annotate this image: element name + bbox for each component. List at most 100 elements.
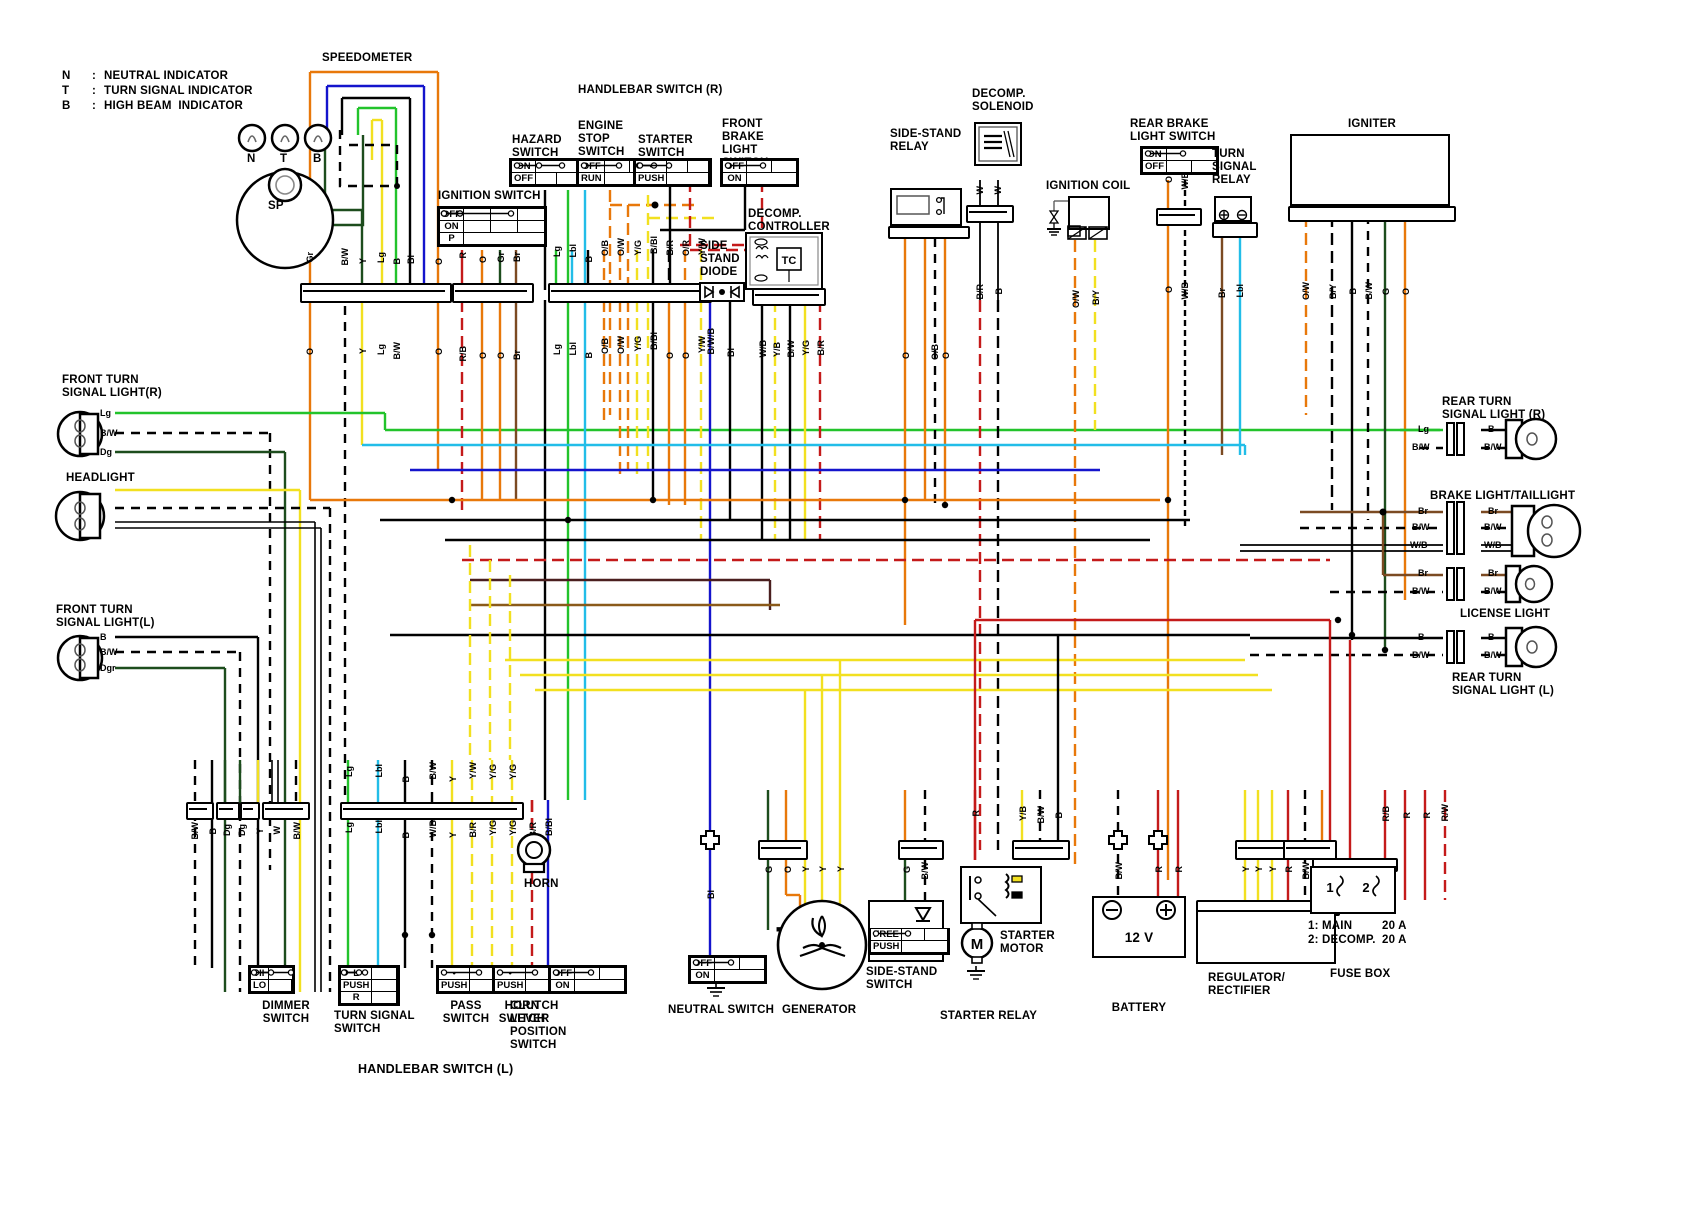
wire-label-spd-o: O [434, 258, 444, 266]
wire-label-spdb-y: Y [358, 348, 368, 355]
front-turn-signal-r-label: FRONT TURN SIGNAL LIGHT(R) [62, 374, 162, 399]
front-brake-light-switch-table[interactable]: OFF ON [720, 158, 799, 187]
fuse-note-2-amp: 20 A [1382, 934, 1407, 946]
wire-label-rbls-o: O [1164, 176, 1174, 184]
sss-row-push: PUSH [869, 940, 903, 953]
pass-row-push: PUSH [437, 979, 471, 992]
wire-label-srel-yb: Y/B [1018, 806, 1028, 822]
wire-label-lic-out-bw: B/W [1484, 586, 1502, 596]
wire-label-dim-w: W [272, 826, 282, 835]
wire-label-rtsr-out-bw: B/W [1484, 442, 1502, 452]
wire-label-ftsl-b: B [100, 632, 107, 642]
wire-label-hbrb-wb: W/B [758, 340, 768, 358]
rear-turn-signal-l-bulb [1504, 625, 1558, 669]
clps-row-on: ON [550, 979, 575, 992]
starter-switch-table[interactable]: • PUSH [633, 158, 713, 187]
wire-label-hblb-lbl: Lbl [374, 820, 384, 834]
side-stand-diode-label: SIDE STAND DIODE [700, 240, 740, 278]
neutral-switch-table[interactable]: OFF ON [688, 955, 767, 984]
speedometer-sp-label: SP [268, 200, 284, 212]
wire-label-hbrb-bbl: B/Bl [649, 332, 659, 350]
side-stand-switch-connector [898, 840, 944, 860]
ignition-coil-terminals [1067, 226, 1108, 240]
dimmer-switch-table[interactable]: HI LO [248, 965, 296, 994]
turn-signal-switch-table[interactable]: L PUSH R [338, 965, 401, 1006]
dimmer-switch-label: DIMMER SWITCH [262, 1000, 310, 1025]
wire-label-hbrb-lbl: Lbl [568, 342, 578, 356]
wire-label-ign-r: R [458, 252, 468, 259]
wire-label-spd-bw: B/W [340, 248, 350, 266]
wire-label-hbr-ob: O/B [600, 240, 610, 257]
wire-label-hbr-bbl: B/Bl [649, 236, 659, 254]
wire-label-spdb-o2: O [434, 348, 444, 356]
wire-label-hbr-lg: Lg [552, 246, 562, 257]
hazard-row-off: OFF [511, 172, 536, 185]
wire-label-ic-by: B/Y [1091, 290, 1101, 306]
generator-label: GENERATOR [782, 1004, 857, 1016]
wire-label-lic-in-bw: B/W [1412, 586, 1430, 596]
wire-label-tsr-br: Br [1217, 288, 1227, 299]
wire-label-bat-r2: R [1174, 866, 1184, 873]
fuse-note-2: 2: DECOMP. [1308, 934, 1376, 946]
rear-turn-signal-r-bulb [1504, 417, 1558, 461]
wire-label-spd-lg: Lg [376, 252, 386, 263]
wire-label-ic-ow: O/W [1071, 290, 1081, 308]
battery-label: BATTERY [1111, 1002, 1167, 1014]
fuse-note-1: 1: MAIN [1308, 920, 1353, 932]
legend-row-0-code: N [62, 70, 71, 82]
decomp-controller-internals: TC [749, 236, 819, 286]
starter-switch-label: STARTER SWITCH [638, 134, 693, 159]
wire-label-ign-g: G [1381, 288, 1391, 296]
wire-label-dim-dg2: Dg [237, 824, 247, 836]
turn-signal-switch-label: TURN SIGNAL SWITCH [334, 1010, 415, 1035]
side-stand-relay-connector [888, 226, 970, 239]
generator-ground-marker: ■ [776, 924, 782, 934]
neutral-switch-label: NEUTRAL SWITCH [668, 1004, 775, 1016]
neutral-ground-symbol [707, 982, 725, 997]
wire-label-hbl-lg: Lg [344, 766, 354, 777]
wire-label-hbl-y: Y [448, 776, 458, 783]
wire-label-tsr-lbl: Lbl [1235, 284, 1245, 298]
clutch-lever-position-switch-table[interactable]: OFF ON [548, 965, 627, 994]
wire-label-spd-bl: Bl [406, 255, 416, 264]
wire-label-ds-w1: W [975, 186, 985, 195]
wire-label-spdb-bw: B/W [392, 342, 402, 360]
wire-label-hblb-lg: Lg [344, 822, 354, 833]
wire-label-hbr-ow: O/W [616, 238, 626, 256]
wire-label-rblsb-wb: W/B [1180, 282, 1190, 300]
wire-label-hbrb-yg2: Y/G [801, 340, 811, 356]
wire-label-gen-o: O [783, 866, 793, 874]
handlebar-switch-l-label: HANDLEBAR SWITCH (L) [358, 1062, 514, 1076]
legend-row-0-sep: : [92, 70, 97, 82]
side-stand-switch-table[interactable]: FREE PUSH [868, 928, 951, 955]
rear-turn-signal-r-connector [1446, 422, 1465, 456]
handlebar-l-connector [340, 802, 524, 820]
wire-label-ignb-o2: O [496, 352, 506, 360]
headlight-bulb [54, 490, 106, 542]
dimmer-connector-a [186, 802, 214, 820]
front-turn-signal-l-bulb [56, 634, 104, 682]
wire-label-hbr-b: B [584, 256, 594, 263]
dimmer-connector-d [262, 802, 310, 820]
wire-label-sss-bw: B/W [920, 862, 930, 880]
starter-motor-symbol: M [960, 922, 994, 964]
wire-label-rtsl-out-b: B [1488, 632, 1495, 642]
side-stand-relay-label: SIDE-STAND RELAY [890, 128, 962, 153]
wire-label-neutral-bl: Bl [706, 890, 716, 899]
front-turn-signal-l-label: FRONT TURN SIGNAL LIGHT(L) [56, 604, 155, 629]
wire-label-gen-y3: Y [836, 866, 846, 873]
ignition-connector [452, 283, 534, 303]
legend-row-1-text: TURN SIGNAL INDICATOR [104, 85, 253, 97]
wire-label-hbrb-bl: Bl [726, 348, 736, 357]
neutral-splice-symbol [700, 830, 720, 850]
wire-label-rblsb-o: O [1164, 286, 1174, 294]
turn-signal-relay-label: TURN SIGNAL RELAY [1212, 148, 1257, 186]
rear-brake-switch-connector [1156, 208, 1202, 226]
fuse-1-number: 1 [1326, 880, 1333, 895]
ignition-switch-table[interactable]: OFF ON P [437, 206, 547, 247]
wire-label-hbrb-yg: Y/G [633, 336, 643, 352]
wire-label-sss-g: G [902, 866, 912, 874]
brake-taillight-connector [1446, 501, 1465, 555]
regulator-connector-right [1283, 840, 1337, 860]
wire-label-reg-y3: Y [1268, 866, 1278, 873]
